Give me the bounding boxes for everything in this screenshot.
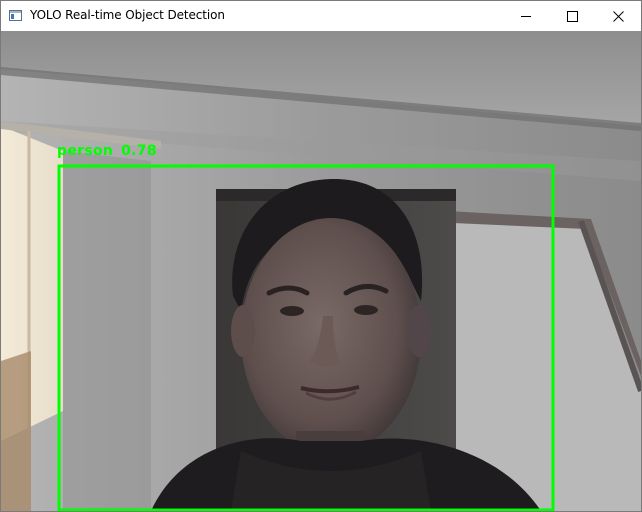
maximize-button[interactable] [549, 1, 595, 31]
window-app-icon [9, 10, 22, 21]
minimize-icon [520, 15, 531, 17]
close-icon [612, 10, 624, 22]
close-button[interactable] [595, 1, 641, 31]
detection-class: person [57, 143, 114, 159]
minimize-button[interactable] [503, 1, 549, 31]
webcam-frame [1, 31, 641, 511]
detection-confidence: 0.78 [121, 143, 157, 159]
title-bar[interactable]: YOLO Real-time Object Detection [1, 1, 641, 31]
camera-viewport: person 0.78 [1, 31, 641, 511]
maximize-icon [566, 10, 578, 22]
detection-label: person 0.78 [57, 143, 165, 159]
app-window: YOLO Real-time Object Detection person 0… [0, 0, 642, 512]
window-title: YOLO Real-time Object Detection [30, 8, 225, 22]
